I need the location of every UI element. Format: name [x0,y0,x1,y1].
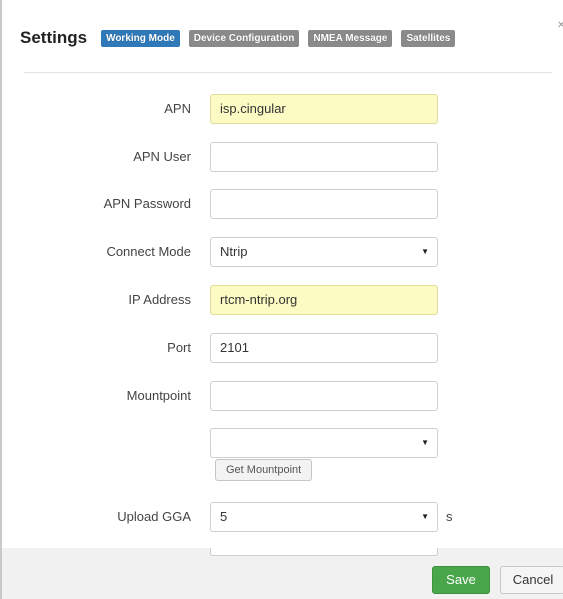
connect-mode-select[interactable]: Ntrip ▼ [210,237,438,267]
close-icon[interactable]: ✕ [557,20,563,31]
apn-password-input[interactable] [210,189,438,219]
port-input[interactable]: 2101 [210,333,438,363]
apn-password-row: APN Password [2,189,563,219]
mountpoint-input[interactable] [210,381,438,411]
save-button[interactable]: Save [432,566,490,594]
caret-down-icon: ▼ [421,512,429,521]
apn-label: APN [164,101,191,116]
tab-working-mode[interactable]: Working Mode [101,29,180,47]
apn-user-label: APN User [133,149,191,164]
mountpoint-select-row: ▼ [2,428,563,458]
port-row: Port 2101 [2,333,563,363]
settings-dialog: Settings Working Mode Device Configurati… [0,0,563,599]
mountpoint-select[interactable]: ▼ [210,428,438,458]
page-title: Settings [20,28,88,47]
partially-hidden-field[interactable] [210,548,438,556]
get-mountpoint-button[interactable]: Get Mountpoint [215,459,313,481]
ip-address-label: IP Address [128,292,191,307]
header-divider [24,72,552,73]
cancel-button[interactable]: Cancel [500,566,563,594]
upload-gga-row: Upload GGA 5 ▼ s [2,502,563,532]
tab-satellites[interactable]: Satellites [401,29,456,47]
apn-user-row: APN User [2,142,563,172]
port-label: Port [167,340,191,355]
caret-down-icon: ▼ [421,247,429,256]
tab-nmea-message[interactable]: NMEA Message [308,29,393,47]
upload-gga-label: Upload GGA [117,509,191,524]
connect-mode-row: Connect Mode Ntrip ▼ [2,237,563,267]
connect-mode-label: Connect Mode [106,244,191,259]
upload-gga-unit: s [446,509,453,524]
tab-device-configuration[interactable]: Device Configuration [188,29,300,47]
apn-row: APN isp.cingular [2,94,563,124]
ip-address-input[interactable]: rtcm-ntrip.org [210,285,438,315]
upload-gga-value: 5 [220,509,228,524]
apn-user-input[interactable] [210,142,438,172]
caret-down-icon: ▼ [421,438,429,447]
apn-password-label: APN Password [103,196,191,211]
mountpoint-label: Mountpoint [126,388,191,403]
ip-address-row: IP Address rtcm-ntrip.org [2,285,563,315]
upload-gga-select[interactable]: 5 ▼ [210,502,438,532]
apn-input[interactable]: isp.cingular [210,94,438,124]
mountpoint-row: Mountpoint [2,381,563,411]
connect-mode-value: Ntrip [220,244,248,259]
dialog-header: Settings Working Mode Device Configurati… [10,18,550,58]
